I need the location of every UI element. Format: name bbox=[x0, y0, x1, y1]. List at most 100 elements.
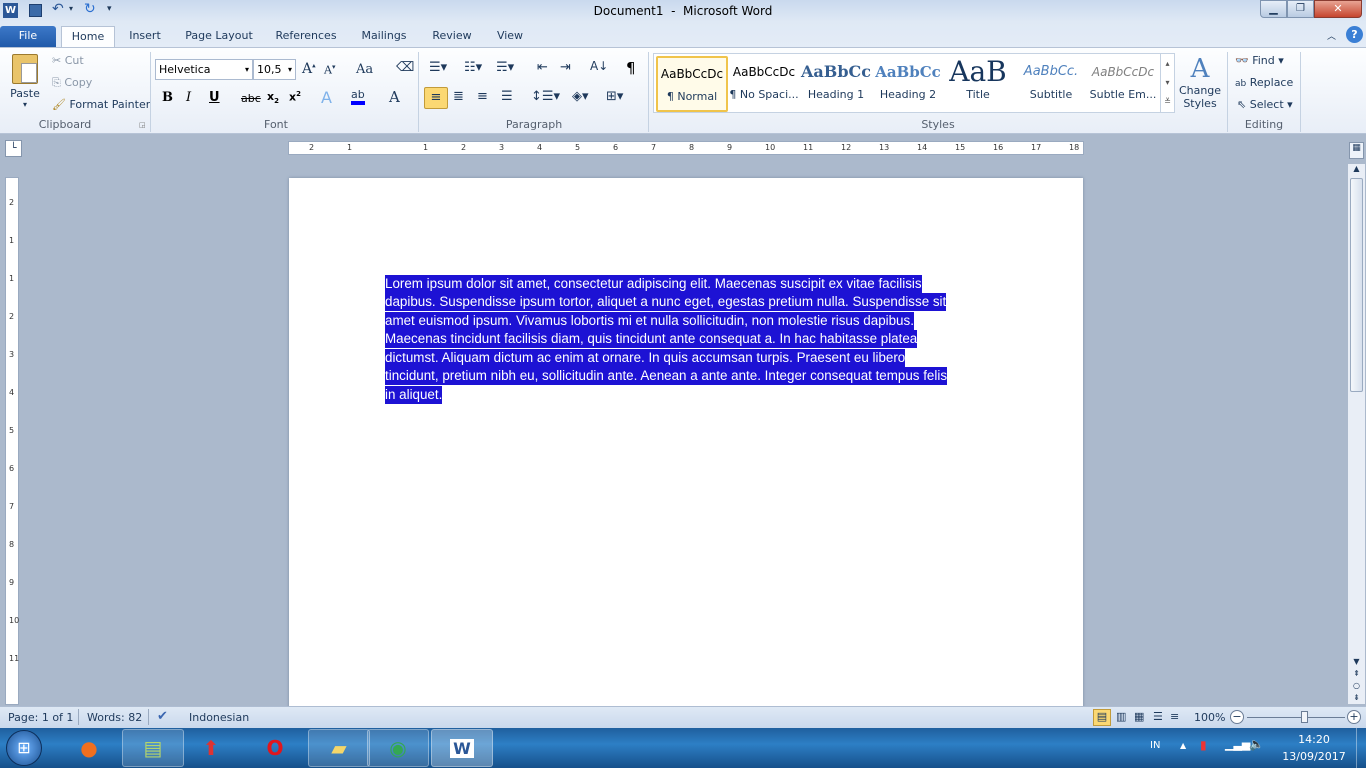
show-marks-button[interactable]: ¶ bbox=[626, 59, 636, 77]
justify-icon[interactable]: ☰ bbox=[501, 89, 513, 104]
vertical-ruler[interactable]: 2 1 1 2 3 4 5 6 7 8 9 10 11 bbox=[5, 177, 19, 705]
decrease-indent-icon[interactable]: ⇤ bbox=[537, 60, 548, 75]
shading-icon[interactable]: ◈▾ bbox=[572, 89, 589, 104]
draft-view-icon[interactable]: ≡ bbox=[1170, 710, 1179, 723]
show-hidden-icons[interactable]: ▲ bbox=[1180, 741, 1186, 750]
copy-button[interactable]: ⎘ Copy bbox=[52, 76, 92, 90]
show-desktop-button[interactable] bbox=[1356, 728, 1366, 768]
text-line[interactable]: Lorem ipsum dolor sit amet, consectetur … bbox=[385, 275, 922, 293]
text-line[interactable]: in aliquet. bbox=[385, 386, 443, 404]
document-page[interactable] bbox=[289, 178, 1083, 718]
increase-indent-icon[interactable]: ⇥ bbox=[560, 60, 571, 75]
zoom-slider-track[interactable] bbox=[1247, 717, 1345, 718]
italic-button[interactable]: I bbox=[186, 90, 191, 105]
style-normal[interactable]: AaBbCcDc ¶ Normal bbox=[656, 56, 728, 112]
zoom-slider-thumb[interactable] bbox=[1300, 711, 1308, 723]
vertical-scrollbar[interactable]: ▲ ▼ ⇞ ○ ⇟ bbox=[1348, 164, 1365, 704]
tab-references[interactable]: References bbox=[270, 26, 342, 48]
clipboard-launcher-icon[interactable]: ◲ bbox=[139, 121, 146, 129]
line-spacing-icon[interactable]: ↕☰▾ bbox=[531, 89, 560, 104]
change-styles-button[interactable]: A Change Styles bbox=[1178, 54, 1222, 110]
style-no-spacing[interactable]: AaBbCcDc ¶ No Spaci... bbox=[728, 56, 800, 112]
input-language[interactable]: IN bbox=[1150, 740, 1160, 751]
start-button[interactable]: ⊞ bbox=[6, 730, 42, 766]
web-layout-icon[interactable]: ▦ bbox=[1134, 710, 1144, 723]
grow-font-icon[interactable]: A▴ bbox=[302, 61, 316, 77]
view-ruler-button[interactable]: ▦ bbox=[1349, 142, 1364, 159]
shrink-font-icon[interactable]: A▾ bbox=[324, 63, 335, 77]
replace-button[interactable]: ab Replace bbox=[1235, 76, 1293, 89]
borders-icon[interactable]: ⊞▾ bbox=[606, 89, 623, 104]
styles-scrollbar[interactable]: ▴ ▾ ≚ bbox=[1160, 54, 1174, 112]
tab-mailings[interactable]: Mailings bbox=[354, 26, 414, 48]
tab-review[interactable]: Review bbox=[426, 26, 478, 48]
align-left-icon[interactable]: ≡ bbox=[424, 87, 448, 109]
numbering-icon[interactable]: ☷▾ bbox=[464, 60, 482, 75]
subscript-button[interactable]: x2 bbox=[267, 90, 279, 105]
outline-view-icon[interactable]: ☰ bbox=[1153, 710, 1163, 723]
style-title[interactable]: AaB Title bbox=[942, 56, 1014, 112]
font-name-combo[interactable]: Helvetica ▾ bbox=[155, 59, 253, 80]
find-button[interactable]: 👓 Find ▾ bbox=[1235, 54, 1284, 67]
language[interactable]: Indonesian bbox=[189, 711, 249, 724]
multilevel-list-icon[interactable]: ☴▾ bbox=[496, 60, 514, 75]
restore-button[interactable]: ❐ bbox=[1287, 0, 1314, 18]
style-heading-2[interactable]: AaBbCc Heading 2 bbox=[872, 56, 944, 112]
tab-insert[interactable]: Insert bbox=[120, 26, 170, 48]
tab-file[interactable]: File bbox=[0, 26, 56, 48]
scroll-up-icon[interactable]: ▲ bbox=[1348, 164, 1365, 176]
text-line[interactable]: Maecenas tincidunt facilisis diam, quis … bbox=[385, 330, 918, 348]
tab-selector-button[interactable]: └ bbox=[5, 140, 22, 157]
strikethrough-button[interactable]: abc bbox=[241, 92, 261, 105]
proofing-icon[interactable]: ✔ bbox=[157, 709, 168, 724]
align-right-icon[interactable]: ≡ bbox=[477, 89, 488, 104]
taskbar-opera[interactable]: O bbox=[244, 729, 306, 767]
tab-view[interactable]: View bbox=[488, 26, 532, 48]
text-effects-icon[interactable]: A bbox=[321, 88, 332, 107]
paste-button[interactable]: Paste ▾ bbox=[6, 54, 44, 109]
volume-icon[interactable]: 🔈 bbox=[1249, 737, 1264, 751]
bold-button[interactable]: B bbox=[162, 90, 173, 105]
clock-time[interactable]: 14:20 bbox=[1284, 733, 1344, 746]
cut-button[interactable]: ✂ Cut bbox=[52, 54, 84, 67]
style-heading-1[interactable]: AaBbCc Heading 1 bbox=[800, 56, 872, 112]
style-subtle-emphasis[interactable]: AaBbCcDc Subtle Em... bbox=[1087, 56, 1159, 112]
scroll-nav-buttons[interactable]: ▼ ⇞ ○ ⇟ bbox=[1348, 656, 1365, 704]
taskbar-explorer[interactable]: ▰ bbox=[308, 729, 370, 767]
clock-date[interactable]: 13/09/2017 bbox=[1280, 750, 1348, 763]
text-line[interactable]: tincidunt, pretium nibh eu, sollicitudin… bbox=[385, 367, 948, 385]
bullets-icon[interactable]: ☰▾ bbox=[429, 60, 447, 75]
select-button[interactable]: ⇖ Select ▾ bbox=[1237, 98, 1293, 111]
tab-page-layout[interactable]: Page Layout bbox=[180, 26, 258, 48]
taskbar-firefox[interactable]: ● bbox=[58, 729, 120, 767]
taskbar-word[interactable]: W bbox=[431, 729, 493, 767]
text-line[interactable]: dapibus. Suspendisse ipsum tortor, aliqu… bbox=[385, 293, 947, 311]
highlight-color-icon[interactable]: ab bbox=[351, 88, 365, 105]
minimize-ribbon-icon[interactable]: ︿ bbox=[1327, 29, 1336, 42]
print-layout-view-icon[interactable]: ▤ bbox=[1093, 709, 1111, 726]
format-painter-button[interactable]: 🖌 Format Painter bbox=[52, 98, 150, 111]
word-count[interactable]: Words: 82 bbox=[87, 711, 142, 724]
font-color-icon[interactable]: A bbox=[389, 88, 400, 106]
font-size-combo[interactable]: 10,5 ▾ bbox=[253, 59, 296, 80]
page-count[interactable]: Page: 1 of 1 bbox=[8, 711, 73, 724]
horizontal-ruler[interactable]: 2 1 1 2 3 4 5 6 7 8 9 10 11 12 13 14 15 16 17 18 bbox=[288, 141, 1084, 155]
tab-home[interactable]: Home bbox=[61, 26, 115, 49]
close-button[interactable]: ✕ bbox=[1314, 0, 1362, 18]
text-line[interactable]: amet euismod ipsum. Vivamus lobortis mi … bbox=[385, 312, 914, 330]
help-icon[interactable]: ? bbox=[1346, 26, 1363, 43]
zoom-in-button[interactable]: + bbox=[1347, 710, 1361, 724]
scroll-thumb[interactable] bbox=[1350, 178, 1363, 392]
taskbar-notepad[interactable]: ▤ bbox=[122, 729, 184, 767]
taskbar-chrome[interactable]: ◉ bbox=[367, 729, 429, 767]
underline-button[interactable]: U bbox=[209, 90, 220, 105]
taskbar-installer[interactable]: ⬆ bbox=[180, 729, 242, 767]
change-case-button[interactable]: Aa bbox=[356, 62, 373, 77]
network-icon[interactable]: ▁▃▅ bbox=[1225, 738, 1250, 751]
align-center-icon[interactable]: ≣ bbox=[453, 89, 464, 104]
zoom-level[interactable]: 100% bbox=[1194, 711, 1225, 724]
zoom-out-button[interactable]: − bbox=[1230, 710, 1244, 724]
power-icon[interactable]: ▮ bbox=[1200, 738, 1207, 752]
style-subtitle[interactable]: AaBbCc. Subtitle bbox=[1015, 56, 1087, 112]
text-line[interactable]: dictumst. Aliquam dictum ac enim at orna… bbox=[385, 349, 906, 367]
